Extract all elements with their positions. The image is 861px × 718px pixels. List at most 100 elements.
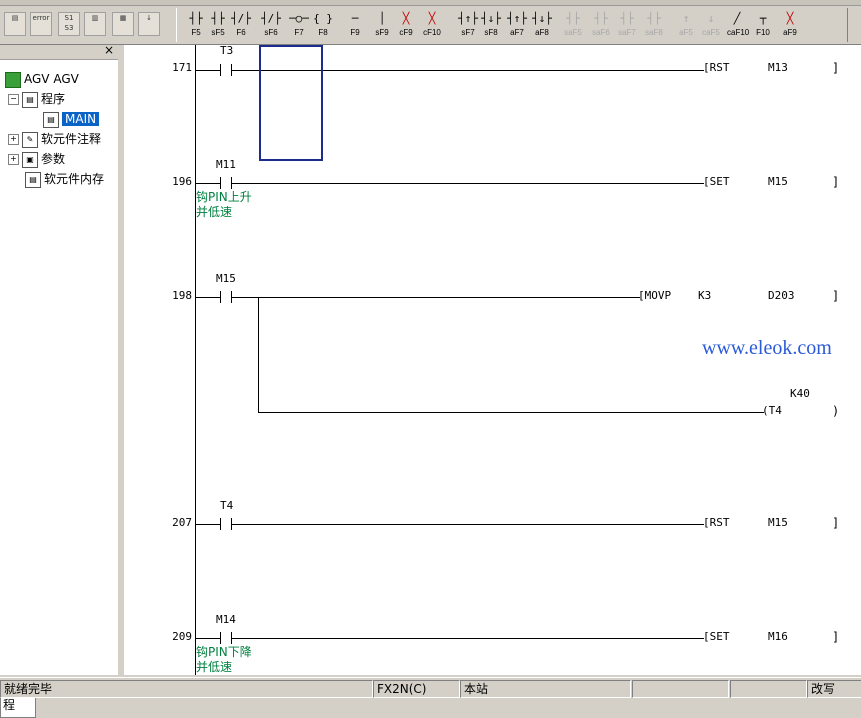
ladder-editor[interactable]: 171 T3 [RST M13 ] 196 M11 [SET M15 ] 钩PI…	[124, 45, 861, 675]
ladder-symbol-icon: ┤/├	[231, 12, 251, 25]
toolbar-button-sf6[interactable]: ┤/├ sF6	[261, 10, 281, 40]
tree-item-main[interactable]: ▤ MAIN	[40, 109, 100, 129]
status-field-empty-2	[730, 680, 807, 698]
toolbar-button-f9[interactable]: ─ F9	[345, 10, 365, 40]
wire	[232, 183, 704, 184]
toolbar-button-sf9[interactable]: │ sF9	[372, 10, 392, 40]
instruction[interactable]: [RST	[703, 516, 730, 529]
toolbar-button-saf5[interactable]: ┤├ saF5	[563, 10, 583, 40]
toolbar-button-label: aF8	[535, 28, 549, 37]
editor-cursor[interactable]	[259, 45, 323, 161]
tree-item-program[interactable]: − ▤ 程序	[8, 89, 65, 109]
toolbar-top-strip	[0, 0, 861, 6]
contact-symbol[interactable]	[220, 632, 232, 644]
coil[interactable]: (T4	[762, 404, 782, 417]
ladder-toolbar: ▤ error S1 S3 ▥ ▦ ↓ ┤├ F5 ┤├ sF5 ┤/├ F6 ┤/├ sF6…	[0, 0, 861, 45]
error-check-button[interactable]: error	[30, 12, 52, 36]
contact-label: M11	[216, 158, 236, 171]
toolbar-button-cf10[interactable]: ╳ cF10	[422, 10, 442, 40]
expand-icon[interactable]: +	[8, 154, 19, 165]
operand: K3	[698, 289, 712, 302]
toolbar-button-caf10[interactable]: ╱ caF10	[727, 10, 749, 40]
tree-item-root[interactable]: AGV AGV	[2, 69, 79, 89]
tree-item-params[interactable]: + ▣ 参数	[8, 149, 65, 169]
collapse-icon[interactable]: −	[8, 94, 19, 105]
branch-wire	[258, 297, 259, 412]
instruction[interactable]: [SET	[703, 175, 730, 188]
toolbar-button-label: saF5	[564, 28, 582, 37]
close-icon[interactable]: ×	[104, 43, 114, 57]
status-bar: 就绪完毕 FX2N(C) 本站 改写	[0, 677, 861, 698]
toolbar-tool-1[interactable]: ▤	[4, 12, 26, 36]
edit-mode: 改写	[807, 680, 861, 698]
toolbar-button-f6[interactable]: ┤/├ F6	[231, 10, 251, 40]
ladder-symbol-icon: ┤├	[211, 12, 225, 25]
toolbar-button-label: cF9	[399, 28, 413, 37]
contact-symbol[interactable]	[220, 64, 232, 76]
ladder-symbol-icon: ┤↓├	[481, 12, 501, 25]
toolbar-button-label: aF9	[783, 28, 797, 37]
toolbar-button-label: F10	[756, 28, 770, 37]
ladder-symbol-icon: ┤├	[594, 12, 608, 25]
watermark: www.eleok.com	[702, 337, 832, 359]
instruction-end: ]	[832, 516, 840, 530]
tree-item-comments[interactable]: + ✎ 软元件注释	[8, 129, 101, 149]
instruction-end: ]	[832, 630, 840, 644]
toolbar-button-sf8[interactable]: ┤↓├ sF8	[481, 10, 501, 40]
wire	[195, 183, 220, 184]
ladder-symbol-icon: ┤/├	[261, 12, 281, 25]
toolbar-button-caf5[interactable]: ↓ caF5	[701, 10, 721, 40]
step-number: 171	[172, 61, 192, 74]
toolbar-button-f8[interactable]: { } F8	[313, 10, 333, 40]
ladder-symbol-icon: ┤↑├	[458, 12, 478, 25]
toolbar-button-sf7[interactable]: ┤↑├ sF7	[458, 10, 478, 40]
station: 本站	[460, 680, 631, 698]
contact-symbol[interactable]	[220, 177, 232, 189]
contact-symbol[interactable]	[220, 518, 232, 530]
toolbar-button-af9[interactable]: ╳ aF9	[780, 10, 800, 40]
contact-label: T3	[220, 45, 234, 57]
tree-item-memory[interactable]: ▤ 软元件内存	[22, 169, 104, 189]
toolbar-button-label: sF5	[211, 28, 225, 37]
toolbar-tool-4[interactable]: ▥	[84, 12, 106, 36]
instruction[interactable]: [MOVP	[638, 289, 671, 302]
instruction[interactable]: [RST	[703, 61, 730, 74]
toolbar-button-af7[interactable]: ┤↑├ aF7	[507, 10, 527, 40]
toolbar-button-label: sF8	[484, 28, 498, 37]
step-number: 196	[172, 175, 192, 188]
instruction[interactable]: [SET	[703, 630, 730, 643]
toolbar-button-f5[interactable]: ┤├ F5	[186, 10, 206, 40]
instruction-name: RST	[709, 61, 730, 74]
tree-comments-label: 软元件注释	[41, 132, 102, 146]
toolbar-button-af5[interactable]: ↑ aF5	[676, 10, 696, 40]
ladder-symbol-icon: ↑	[682, 12, 690, 25]
expand-icon[interactable]: +	[8, 134, 19, 145]
toolbar-button-saf8[interactable]: ┤├ saF8	[644, 10, 664, 40]
toolbar-button-sf5[interactable]: ┤├ sF5	[208, 10, 228, 40]
toolbar-button-cf9[interactable]: ╳ cF9	[396, 10, 416, 40]
toolbar-button-label: F5	[191, 28, 201, 37]
toolbar-button-label: caF5	[702, 28, 720, 37]
wire	[195, 297, 220, 298]
toolbar-button-af8[interactable]: ┤↓├ aF8	[532, 10, 552, 40]
toolbar-tool-5[interactable]: ▦	[112, 12, 134, 36]
toolbar-button-saf6[interactable]: ┤├ saF6	[591, 10, 611, 40]
toolbar-button-f10[interactable]: ┬ F10	[753, 10, 773, 40]
ladder-symbol-icon: ╱	[733, 12, 741, 25]
ladder-symbol-icon: ╳	[786, 12, 794, 25]
instruction-name: MOVP	[644, 289, 672, 302]
contact-label: M14	[216, 613, 236, 626]
contact-symbol[interactable]	[220, 291, 232, 303]
toolbar-tool-3[interactable]: S1 S3	[58, 12, 80, 36]
toolbar-button-f7[interactable]: ─○─ F7	[289, 10, 309, 40]
toolbar-button-saf7[interactable]: ┤├ saF7	[617, 10, 637, 40]
main-program-icon: ▤	[43, 111, 59, 128]
ladder-symbol-icon: ┤├	[566, 12, 580, 25]
toolbar-tool-6[interactable]: ↓	[138, 12, 160, 36]
coil-end: )	[832, 404, 840, 418]
operand: M15	[768, 175, 788, 188]
parameter-icon: ▣	[22, 151, 38, 168]
tree-params-label: 参数	[41, 152, 66, 166]
wire	[232, 524, 704, 525]
contact-label: T4	[220, 499, 234, 512]
